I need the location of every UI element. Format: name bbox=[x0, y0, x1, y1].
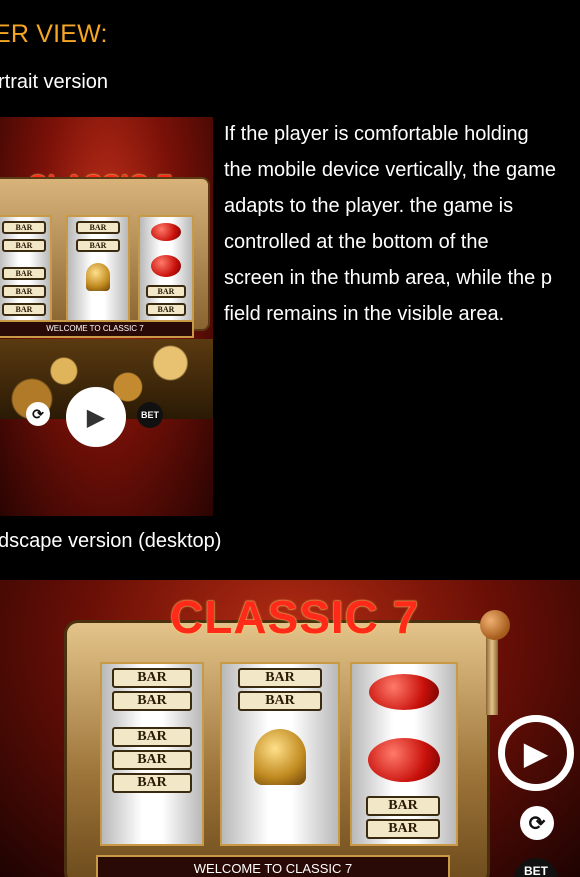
landscape-version-label: dscape version (desktop) bbox=[0, 530, 222, 552]
bar-symbol: BAR bbox=[2, 303, 46, 316]
welcome-banner: WELCOME TO CLASSIC 7 bbox=[96, 855, 450, 877]
bar-symbol: BAR bbox=[238, 668, 322, 688]
bar-symbol: BAR bbox=[76, 239, 120, 252]
cherry-icon bbox=[151, 255, 181, 277]
bell-icon bbox=[86, 263, 110, 291]
autoplay-icon[interactable]: ⟳ bbox=[26, 402, 50, 426]
reel-3: BAR BAR bbox=[138, 215, 194, 325]
game-logo: CLASSIC 7 bbox=[170, 591, 420, 643]
bar-symbol: BAR bbox=[366, 819, 440, 839]
description-line: field remains in the visible area. bbox=[224, 303, 505, 325]
bar-symbol: BAR bbox=[238, 691, 322, 711]
bell-icon bbox=[254, 729, 306, 785]
section-heading: ER VIEW: bbox=[0, 20, 108, 48]
spin-button[interactable]: ▶ bbox=[498, 715, 574, 791]
bar-symbol: BAR bbox=[112, 727, 192, 747]
bar-symbol: BAR bbox=[112, 773, 192, 793]
reel-2: BAR BAR bbox=[220, 662, 340, 846]
description-line: adapts to the player. the game is bbox=[224, 195, 514, 217]
lever-knob-icon[interactable] bbox=[480, 610, 510, 640]
autoplay-icon[interactable]: ⟳ bbox=[520, 806, 554, 840]
bar-symbol: BAR bbox=[2, 267, 46, 280]
portrait-game-screenshot: CLASSIC 7 BAR BAR BAR BAR BAR BAR BAR BA… bbox=[0, 117, 213, 516]
bar-symbol: BAR bbox=[76, 221, 120, 234]
cherry-icon bbox=[369, 674, 439, 710]
bar-symbol: BAR bbox=[2, 221, 46, 234]
cherry-icon bbox=[368, 738, 440, 782]
bar-symbol: BAR bbox=[112, 750, 192, 770]
bet-button[interactable]: BET bbox=[137, 402, 163, 428]
bar-symbol: BAR bbox=[112, 668, 192, 688]
reel-2: BAR BAR bbox=[66, 215, 130, 325]
bar-symbol: BAR bbox=[2, 239, 46, 252]
landscape-game-screenshot: CLASSIC 7 BAR BAR BAR BAR BAR BAR BAR BA… bbox=[0, 580, 580, 877]
reel-3: BAR BAR bbox=[350, 662, 458, 846]
description-line: the mobile device vertically, the game bbox=[224, 159, 557, 181]
bar-symbol: BAR bbox=[112, 691, 192, 711]
reel-1: BAR BAR BAR BAR BAR bbox=[0, 215, 52, 325]
reel-1: BAR BAR BAR BAR BAR bbox=[100, 662, 204, 846]
description-text: If the player is comfortable holding the… bbox=[224, 116, 580, 332]
bar-symbol: BAR bbox=[146, 285, 186, 298]
spin-button[interactable]: ▶ bbox=[66, 387, 126, 447]
bar-symbol: BAR bbox=[366, 796, 440, 816]
bar-symbol: BAR bbox=[146, 303, 186, 316]
description-line: screen in the thumb area, while the p bbox=[224, 267, 552, 289]
bet-button[interactable]: BET bbox=[514, 858, 558, 877]
welcome-banner: WELCOME TO CLASSIC 7 bbox=[0, 320, 194, 338]
portrait-version-label: rtrait version bbox=[0, 71, 109, 93]
bar-symbol: BAR bbox=[2, 285, 46, 298]
lever-arm[interactable] bbox=[486, 635, 498, 715]
description-line: controlled at the bottom of the bbox=[224, 231, 489, 253]
description-line: If the player is comfortable holding bbox=[224, 123, 529, 145]
cherry-icon bbox=[151, 223, 181, 241]
